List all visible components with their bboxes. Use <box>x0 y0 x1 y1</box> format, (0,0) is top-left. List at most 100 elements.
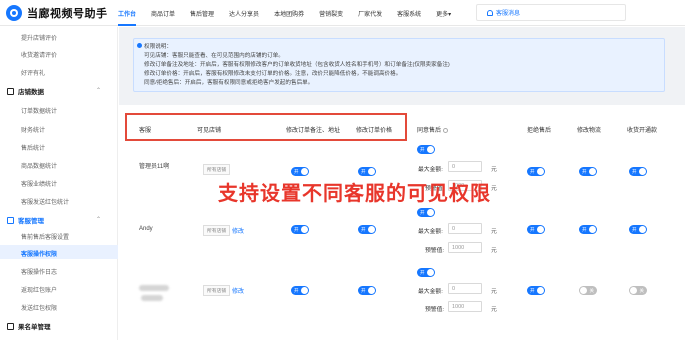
sidebar-group-service[interactable]: 客服管理 <box>7 215 44 225</box>
service-name: 管理员11啊 <box>139 164 170 170</box>
edit-price-toggle[interactable]: 开 <box>358 225 376 234</box>
permission-table: 客服 可见店铺 修改订单备注、地址 修改订单价格 同意售后 拒绝售后 修改物流 … <box>119 105 685 340</box>
max-amount-input[interactable]: 0 <box>448 283 482 294</box>
sidebar-item-improve-rating[interactable]: 提升店铺评价 <box>21 33 57 42</box>
edit-remark-toggle[interactable]: 开 <box>291 225 309 234</box>
chevron-up-icon[interactable]: ⌃ <box>96 216 101 223</box>
service-message-label: 客服消息 <box>496 11 521 17</box>
info-line: 可见店铺：客服只能查看、在可见范围内的店铺的订单。 <box>144 53 284 59</box>
edit-logistics-toggle[interactable]: 开 <box>579 167 597 176</box>
toggle-label: 开 <box>294 226 299 232</box>
edit-logistics-toggle[interactable]: 关 <box>579 286 597 295</box>
currency-unit: 元 <box>491 307 497 313</box>
service-message-button[interactable]: 客服消息 <box>476 4 626 21</box>
column-header-receive-payment: 收货开通款 <box>627 128 658 134</box>
sidebar-item-service-performance[interactable]: 客服业绩统计 <box>21 179 57 188</box>
info-line: 同意/拒绝售后：开启后，客服有权限同意或拒绝客户发起的售后单。 <box>144 80 314 86</box>
service-name: Andy <box>139 226 153 232</box>
edit-shop-link[interactable]: 修改 <box>232 226 244 235</box>
edit-price-toggle[interactable]: 开 <box>358 167 376 176</box>
sidebar-item-service-settings[interactable]: 售前售后客服设置 <box>21 232 69 241</box>
warning-value-input[interactable]: 1000 <box>448 242 482 253</box>
column-header-approve-aftersale: 同意售后 <box>417 125 449 134</box>
reject-aftersale-toggle[interactable]: 开 <box>527 167 545 176</box>
sidebar-item-redpacket-stats[interactable]: 客服发送红包统计 <box>21 197 69 206</box>
toggle-label: 开 <box>294 287 299 293</box>
app-title: 当廊视频号助手 <box>27 8 108 20</box>
edit-remark-toggle[interactable]: 开 <box>291 167 309 176</box>
toggle-label: 开 <box>530 226 535 232</box>
sidebar-item-redpacket-permission[interactable]: 发送红包权限 <box>21 303 57 312</box>
sidebar-item-invite-review[interactable]: 收货邀请评价 <box>21 50 57 59</box>
nav-service-system[interactable]: 客服系统 <box>397 9 421 18</box>
column-header-edit-price: 修改订单价格 <box>356 128 393 134</box>
edit-remark-toggle[interactable]: 开 <box>291 286 309 295</box>
app-logo[interactable]: 当廊视频号助手 <box>6 5 108 21</box>
column-header-service: 客服 <box>139 128 152 134</box>
max-amount-label: 最大金额: <box>418 167 443 173</box>
chevron-up-icon[interactable]: ⌃ <box>96 87 101 94</box>
toggle-label: 开 <box>632 226 637 232</box>
receive-payment-toggle[interactable]: 开 <box>629 167 647 176</box>
settings-icon[interactable] <box>443 127 449 133</box>
column-header-reject-aftersale: 拒绝售后 <box>527 128 552 134</box>
sidebar-item-cashback-account[interactable]: 返现红包账户 <box>21 285 57 294</box>
currency-unit: 元 <box>491 229 497 235</box>
sidebar-item-service-permissions[interactable]: 客服操作权限 <box>21 249 57 258</box>
max-amount-input[interactable]: 0 <box>448 223 482 234</box>
sidebar-item-product-stats[interactable]: 商品数据统计 <box>21 161 57 170</box>
sidebar-active-highlight <box>0 245 118 259</box>
main-nav: 工作台 商品订单 售后管理 达人分享员 本地团购券 营销裂变 厂家代发 客服系统… <box>118 9 466 26</box>
shop-tag: 所有店铺 <box>203 225 231 236</box>
info-line: 修改订单价格：开启后，客服有权限修改未支付订单的价格。注意，改价只能降低价格，不… <box>144 71 402 77</box>
currency-unit: 元 <box>491 248 497 254</box>
sidebar-group-label: 客服管理 <box>18 218 44 225</box>
toggle-label: 开 <box>294 168 299 174</box>
column-header-edit-logistics: 修改物流 <box>577 128 602 134</box>
edit-logistics-toggle[interactable]: 开 <box>579 225 597 234</box>
sidebar-item-finance-stats[interactable]: 财务统计 <box>21 125 45 134</box>
edit-price-toggle[interactable]: 开 <box>358 286 376 295</box>
toggle-label: 开 <box>582 168 587 174</box>
toggle-label: 开 <box>420 146 425 152</box>
nav-dropship[interactable]: 厂家代发 <box>358 9 382 18</box>
toggle-label: 开 <box>420 269 425 275</box>
nav-workbench[interactable]: 工作台 <box>118 9 137 26</box>
warning-value-label: 预警值: <box>425 307 445 313</box>
info-line: 修改订单备注及地址：开启后，客服有权限修改客户的订单收货地址（包含收货人姓名和手… <box>144 62 450 68</box>
nav-marketing[interactable]: 营销裂变 <box>319 9 343 18</box>
approve-aftersale-toggle[interactable]: 开 <box>417 268 435 277</box>
bell-icon <box>487 9 493 16</box>
nav-aftersale[interactable]: 售后管理 <box>190 9 214 18</box>
max-amount-label: 最大金额: <box>418 229 443 235</box>
reject-aftersale-toggle[interactable]: 开 <box>527 286 545 295</box>
max-amount-label: 最大金额: <box>418 289 443 295</box>
toggle-label: 开 <box>420 209 425 215</box>
receive-payment-toggle[interactable]: 开 <box>629 225 647 234</box>
approve-aftersale-toggle[interactable]: 开 <box>417 145 435 154</box>
approve-aftersale-toggle[interactable]: 开 <box>417 208 435 217</box>
info-title: 权限说明： <box>144 44 172 50</box>
sidebar-group-blacklist[interactable]: 果名单管理 <box>7 321 51 331</box>
nav-local-coupon[interactable]: 本地团购券 <box>274 9 304 18</box>
sidebar-item-order-stats[interactable]: 订单数据统计 <box>21 106 57 115</box>
max-amount-input[interactable]: 0 <box>448 161 482 172</box>
user-block-icon <box>7 322 14 330</box>
edit-shop-link[interactable]: 修改 <box>232 286 244 295</box>
top-bar: 当廊视频号助手 工作台 商品订单 售后管理 达人分享员 本地团购券 营销裂变 厂… <box>0 0 685 26</box>
sidebar-item-service-log[interactable]: 客服操作日志 <box>21 267 57 276</box>
warning-value-input[interactable]: 1000 <box>448 301 482 312</box>
sidebar-item-aftersale-stats[interactable]: 售后统计 <box>21 143 45 152</box>
nav-more[interactable]: 更多▾ <box>436 9 451 18</box>
chart-icon <box>7 87 14 95</box>
nav-orders[interactable]: 商品订单 <box>151 9 175 18</box>
sidebar-group-label: 果名单管理 <box>18 324 51 331</box>
logo-icon <box>6 5 22 21</box>
nav-influencers[interactable]: 达人分享员 <box>229 9 259 18</box>
blurred-service-name <box>141 295 163 301</box>
reject-aftersale-toggle[interactable]: 开 <box>527 225 545 234</box>
sidebar-item-good-review-gift[interactable]: 好评有礼 <box>21 68 45 77</box>
receive-payment-toggle[interactable]: 关 <box>629 286 647 295</box>
sidebar-group-shop-data[interactable]: 店铺数据 <box>7 86 44 96</box>
column-header-visible-shop: 可见店铺 <box>197 128 222 134</box>
